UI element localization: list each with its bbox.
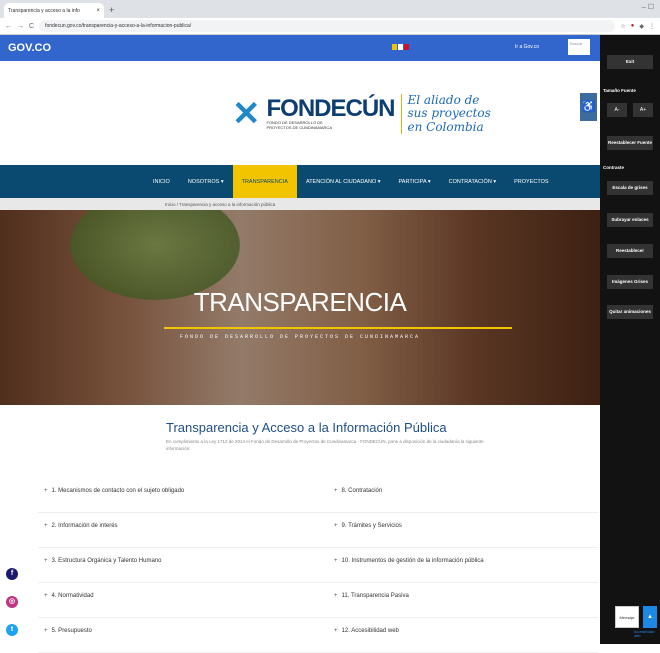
tagline: El aliado de sus proyectos en Colombia <box>408 94 503 134</box>
main-nav: INICIO NOSOTROS ▾ TRANSPARENCIA ATENCIÓN… <box>0 165 600 198</box>
font-increase-button[interactable]: A+ <box>633 103 653 117</box>
item-label: 10. Instrumentos de gestión de la inform… <box>341 558 484 564</box>
reload-icon[interactable]: C <box>29 23 34 30</box>
nav-item-contratacion[interactable]: CONTRATACIÓN ▾ <box>440 165 505 198</box>
plus-icon: + <box>44 593 48 599</box>
gray-images-button[interactable]: Imágenes Grises <box>607 275 653 289</box>
list-item[interactable]: +12. Accesibilidad web <box>328 618 598 653</box>
browser-tab[interactable]: Transparencia y acceso a la info × <box>4 3 104 18</box>
gov-logo[interactable]: GOV.CO <box>8 42 51 54</box>
item-label: 4. Normatividad <box>51 593 94 599</box>
logo[interactable]: ✕ FONDECÚN FONDO DE DESARROLLO DE PROYEC… <box>232 94 503 134</box>
plus-icon: + <box>334 523 338 529</box>
instagram-icon[interactable]: ◎ <box>6 596 18 608</box>
nav-item-proyectos[interactable]: PROYECTOS <box>505 165 557 198</box>
brand-block: FONDECÚN FONDO DE DESARROLLO DE PROYECTO… <box>266 95 396 131</box>
item-label: 2. Información de interés <box>51 523 118 529</box>
list-item[interactable]: +2. Información de interés <box>38 513 328 548</box>
forward-icon[interactable]: → <box>17 23 24 30</box>
item-label: 12. Accesibilidad web <box>341 628 399 634</box>
extension-icon[interactable]: ◆ <box>639 23 644 30</box>
item-label: 3. Estructura Orgánica y Talento Humano <box>51 558 162 564</box>
browser-tab-strip: Transparencia y acceso a la info × + – ☐ <box>0 0 660 18</box>
flag-icon <box>392 44 409 50</box>
reset-font-button[interactable]: Reestablecer Fuente <box>607 136 653 150</box>
plus-icon: + <box>44 628 48 634</box>
font-decrease-button[interactable]: A- <box>607 103 627 117</box>
accordion-list: +1. Mecanismos de contacto con el sujeto… <box>38 478 598 653</box>
contrast-label: Contraste <box>603 165 625 170</box>
gov-bar: GOV.CO Ir a Gov.co Buscar <box>0 35 600 61</box>
tab-close-icon[interactable]: × <box>96 8 100 14</box>
new-tab-icon[interactable]: + <box>109 5 114 15</box>
intro-text: En cumplimiento a la Ley 1712 de 2014 el… <box>166 439 484 452</box>
tagline-line-2: sus proyectos en Colombia <box>407 106 491 134</box>
item-label: 5. Presupuesto <box>51 628 92 634</box>
plus-icon: + <box>44 523 48 529</box>
twitter-icon[interactable]: t <box>6 624 18 636</box>
main-content: Transparencia y Acceso a la Información … <box>0 405 600 653</box>
message-button[interactable]: Mensaje <box>615 606 639 628</box>
plus-icon: + <box>44 558 48 564</box>
accessibility-panel: Exit Tamaño Fuente A- A+ Reestablecer Fu… <box>600 35 660 644</box>
search-input[interactable]: Buscar <box>568 39 590 55</box>
hero-divider <box>164 327 512 329</box>
address-row: ← → C fondecun.gov.co/transparencia-y-ac… <box>0 18 660 35</box>
list-item[interactable]: +10. Instrumentos de gestión de la infor… <box>328 548 598 583</box>
exit-button[interactable]: Exit <box>607 55 653 69</box>
hero-banner: TRANSPARENCIA FONDO DE DESARROLLO DE PRO… <box>0 210 600 405</box>
logo-x-icon: ✕ <box>232 95 261 133</box>
item-label: 1. Mecanismos de contacto con el sujeto … <box>51 488 185 494</box>
list-item[interactable]: +1. Mecanismos de contacto con el sujeto… <box>38 478 328 513</box>
font-size-label: Tamaño Fuente <box>603 88 636 93</box>
item-label: 11. Transparencia Pasiva <box>341 593 409 599</box>
page-title: Transparencia y Acceso a la Información … <box>166 420 447 435</box>
hero-title: TRANSPARENCIA <box>193 287 407 317</box>
nav-item-atencion[interactable]: ATENCIÓN AL CIUDADANO ▾ <box>297 165 390 198</box>
plus-icon: + <box>334 558 338 564</box>
reset-button[interactable]: Reestablecer <box>607 244 653 258</box>
plus-icon: + <box>44 488 48 494</box>
nav-item-participa[interactable]: PARTICIPA ▾ <box>390 165 440 198</box>
nav-item-transparencia[interactable]: TRANSPARENCIA <box>232 165 297 198</box>
list-item[interactable]: +4. Normatividad <box>38 583 328 618</box>
tab-title: Transparencia y acceso a la info <box>8 7 80 14</box>
item-label: 8. Contratación <box>341 488 383 494</box>
plus-icon: + <box>334 593 338 599</box>
back-icon[interactable]: ← <box>5 23 12 30</box>
divider <box>400 94 402 134</box>
remove-animations-button[interactable]: Quitar animaciones <box>607 305 653 319</box>
list-item[interactable]: +11. Transparencia Pasiva <box>328 583 598 618</box>
breadcrumb[interactable]: Inicio / Transparencia y acceso a la inf… <box>0 198 600 210</box>
bookmark-icon[interactable]: ☆ <box>620 23 625 30</box>
extension-icon[interactable]: ● <box>631 23 635 30</box>
nav-item-inicio[interactable]: INICIO <box>144 165 179 198</box>
plus-icon: + <box>334 628 338 634</box>
footer-caption: Accesibilidad web <box>634 630 655 638</box>
extensions: ☆ ● ◆ ⋮ <box>620 23 655 30</box>
hero-subtitle: FONDO DE DESARROLLO DE PROYECTOS DE CUND… <box>179 334 421 340</box>
menu-icon[interactable]: ⋮ <box>649 23 655 30</box>
brand-subtitle: FONDO DE DESARROLLO DE PROYECTOS DE CUND… <box>266 120 333 130</box>
list-item[interactable]: +5. Presupuesto <box>38 618 328 653</box>
list-item[interactable]: +3. Estructura Orgánica y Talento Humano <box>38 548 328 583</box>
gov-logo-text: GOV.CO <box>8 42 51 54</box>
accessibility-icon[interactable]: ♿ <box>580 93 597 121</box>
url-text: fondecun.gov.co/transparencia-y-acceso-a… <box>45 23 192 29</box>
window-controls[interactable]: – ☐ <box>642 3 654 11</box>
underline-links-button[interactable]: Subrayar enlaces <box>607 213 653 227</box>
list-item[interactable]: +8. Contratación <box>328 478 598 513</box>
gov-link[interactable]: Ir a Gov.co <box>515 44 539 50</box>
list-item[interactable]: +9. Trámites y Servicios <box>328 513 598 548</box>
brand-name: FONDECÚN <box>266 95 396 123</box>
item-label: 9. Trámites y Servicios <box>341 523 402 529</box>
facebook-icon[interactable]: f <box>6 568 18 580</box>
chat-icon[interactable]: ▲ <box>643 606 657 628</box>
grayscale-button[interactable]: Escala de grises <box>607 181 653 195</box>
nav-item-nosotros[interactable]: NOSOTROS ▾ <box>179 165 233 198</box>
site-header: ✕ FONDECÚN FONDO DE DESARROLLO DE PROYEC… <box>0 61 600 165</box>
plus-icon: + <box>334 488 338 494</box>
address-bar[interactable]: fondecun.gov.co/transparencia-y-acceso-a… <box>39 20 616 32</box>
